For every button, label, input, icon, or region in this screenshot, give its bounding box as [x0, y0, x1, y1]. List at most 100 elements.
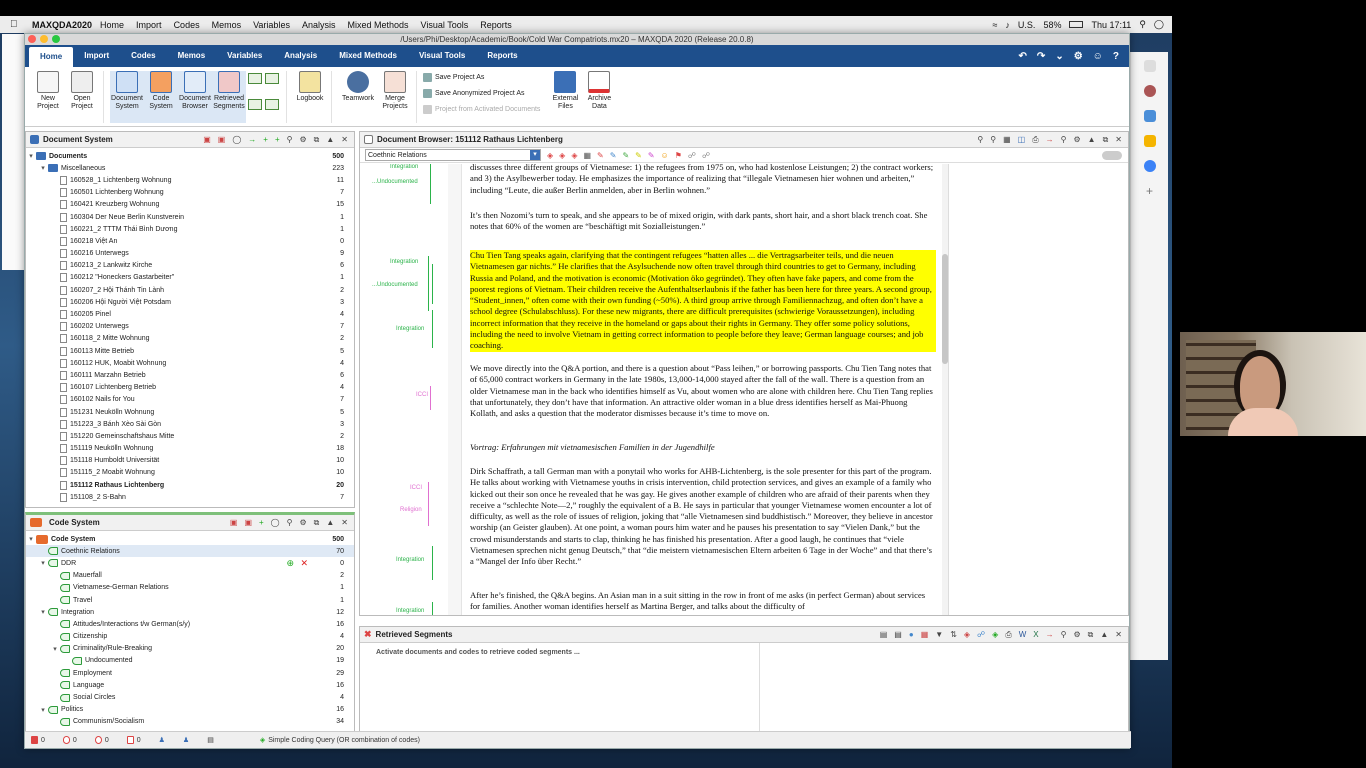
code-icon[interactable]: ◈	[964, 630, 970, 640]
code-mark-religion[interactable]: Religion	[400, 507, 422, 513]
status-documents[interactable]: 0	[31, 736, 45, 744]
code-tool3-icon[interactable]: ◯	[271, 518, 280, 528]
doc-view-icon[interactable]: ▤	[880, 630, 888, 640]
tree-root-documents[interactable]: ▾ Documents 500	[26, 150, 354, 162]
status-coded[interactable]: 0	[94, 736, 109, 744]
paragraph[interactable]: 9We move directly into the Q&A portion, …	[470, 363, 936, 419]
code-bracket[interactable]	[432, 310, 436, 348]
external-files-button[interactable]: External Files	[548, 71, 582, 123]
doc-new2-icon[interactable]: +	[275, 135, 280, 145]
document-item[interactable]: 160207_2 Hội Thánh Tin Lành 2	[26, 284, 354, 296]
merge-projects-button[interactable]: Merge Projects	[378, 71, 412, 123]
code-icon-2[interactable]: ◈	[559, 151, 565, 160]
document-item[interactable]: 160421 Kreuzberg Wohnung 15	[26, 199, 354, 211]
maximize-window-icon[interactable]	[52, 35, 60, 43]
chevron-down-icon[interactable]: ▾	[38, 559, 48, 567]
document-item[interactable]: 160212 "Honeckers Gastarbeiter" 1	[26, 272, 354, 284]
logbook-button[interactable]: Logbook	[293, 71, 327, 123]
code-mark-integration[interactable]: Integration	[390, 164, 418, 170]
document-item[interactable]: 151220 Gemeinschaftshaus Mitte 2	[26, 430, 354, 442]
code-bracket[interactable]	[430, 164, 434, 204]
document-item[interactable]: 160213_2 Lankwitz Kirche 6	[26, 260, 354, 272]
document-item[interactable]: 160206 Hội Người Việt Potsdam 3	[26, 296, 354, 308]
status-query[interactable]: ◈ Simple Coding Query (OR combination of …	[260, 736, 420, 745]
code-bracket[interactable]	[432, 264, 436, 304]
user-icon[interactable]: ♟	[159, 736, 165, 744]
maximize-pane-icon[interactable]: ▲	[1100, 630, 1108, 640]
menu-codes[interactable]: Codes	[174, 20, 200, 30]
paragraph[interactable]: discusses three different groups of Viet…	[470, 164, 936, 196]
export-icon[interactable]: →	[1046, 135, 1054, 145]
tab-memos[interactable]: Memos	[167, 45, 217, 67]
doc-tool2-icon[interactable]: ▣	[218, 135, 226, 145]
code-item[interactable]: Travel 1	[26, 594, 354, 606]
highlight-blue-icon[interactable]: ✎	[610, 151, 617, 160]
search-icon[interactable]: ⚲	[1061, 630, 1067, 640]
code-mark-integration[interactable]: Integration	[396, 608, 424, 614]
maximize-pane-icon[interactable]: ▲	[1088, 135, 1096, 145]
doc-tool-icon[interactable]: ▣	[203, 135, 211, 145]
add-subcode-icon[interactable]: ⊕	[286, 558, 294, 569]
archive-data-button[interactable]: Archive Data	[582, 71, 616, 123]
link-icon[interactable]: ☍	[688, 151, 696, 160]
print-icon[interactable]: ⎙	[1005, 630, 1011, 640]
maximize-pane-icon[interactable]: ▲	[326, 135, 334, 145]
save-anonymized-button[interactable]: Save Anonymized Project As	[423, 89, 540, 98]
code-bracket[interactable]	[432, 546, 436, 580]
menu-app-name[interactable]: MAXQDA2020	[32, 20, 92, 30]
save-project-as-button[interactable]: Save Project As	[423, 73, 540, 82]
tab-codes[interactable]: Codes	[120, 45, 166, 67]
search-icon[interactable]: ⚲	[287, 135, 293, 145]
paragraph-highlighted[interactable]: 8Chu Tien Tang speaks again, clarifying …	[470, 250, 936, 352]
teamwork-button[interactable]: Teamwork	[338, 71, 378, 123]
document-item[interactable]: 160216 Unterwegs 9	[26, 248, 354, 260]
tab-home[interactable]: Home	[29, 47, 74, 67]
control-center-icon[interactable]: ◯	[1154, 19, 1164, 30]
tasks-icon[interactable]	[1143, 160, 1156, 172]
code-item[interactable]: ▾ Politics 16	[26, 704, 354, 716]
retrieved-segments-button[interactable]: Retrieved Segments	[212, 71, 246, 123]
document-icon[interactable]: ▤	[207, 736, 214, 744]
add-icon[interactable]: +	[1144, 185, 1156, 197]
code-mark-icci[interactable]: ICCI	[416, 392, 428, 398]
keyboard-input[interactable]: U.S.	[1018, 20, 1036, 30]
document-item[interactable]: 151112 Rathaus Lichtenberg 20	[26, 479, 354, 491]
code-item[interactable]: Undocumented 19	[26, 655, 354, 667]
code-icon[interactable]: ◈	[547, 151, 553, 160]
menu-analysis[interactable]: Analysis	[302, 20, 336, 30]
code-item[interactable]: Mauerfall 2	[26, 570, 354, 582]
document-item[interactable]: 160205 Pinel 4	[26, 308, 354, 320]
code-dropdown[interactable]: Coethnic Relations ▾	[365, 149, 541, 161]
search-icon[interactable]: ⚲	[977, 135, 983, 145]
code-item[interactable]: Language 16	[26, 679, 354, 691]
document-item[interactable]: 160501 Lichtenberg Wohnung 7	[26, 187, 354, 199]
redo-icon[interactable]: ↷	[1037, 51, 1045, 62]
menu-home[interactable]: Home	[100, 20, 124, 30]
excel-export-icon[interactable]: X	[1033, 630, 1038, 640]
document-item[interactable]: 151108_2 S-Bahn 7	[26, 491, 354, 503]
keep-icon[interactable]	[1143, 135, 1156, 147]
help-icon[interactable]: ?	[1113, 51, 1119, 62]
word-export-icon[interactable]: W	[1019, 630, 1027, 640]
tab-variables[interactable]: Variables	[216, 45, 273, 67]
tree-folder-miscellaneous[interactable]: ▾ Miscellaneous 223	[26, 162, 354, 174]
document-browser-button[interactable]: Document Browser	[178, 71, 212, 123]
document-item[interactable]: 151119 Neukölln Wohnung 18	[26, 443, 354, 455]
filter-icon[interactable]: ▼	[935, 630, 943, 640]
network-icon[interactable]: ☍	[977, 630, 985, 640]
team-icon[interactable]: ♟	[183, 736, 189, 744]
search-icon[interactable]: ⚲	[287, 518, 293, 528]
extension-icon[interactable]	[1143, 60, 1156, 72]
tab-visual-tools[interactable]: Visual Tools	[408, 45, 476, 67]
search-next-icon[interactable]: ⚲	[990, 135, 996, 145]
close-icon[interactable]: ✕	[341, 135, 348, 145]
document-item[interactable]: 160102 Nails for You 7	[26, 394, 354, 406]
chevron-down-icon[interactable]: ▾	[26, 152, 36, 160]
document-item[interactable]: 160528_1 Lichtenberg Wohnung 11	[26, 174, 354, 186]
gear-icon[interactable]: ⚙	[1073, 630, 1080, 640]
open-project-button[interactable]: Open Project	[65, 71, 99, 123]
close-window-icon[interactable]	[28, 35, 36, 43]
code-tool-icon[interactable]: ▣	[230, 518, 238, 528]
print-icon[interactable]: ⎙	[1032, 135, 1038, 145]
gear-icon[interactable]: ⚙	[1073, 135, 1080, 145]
